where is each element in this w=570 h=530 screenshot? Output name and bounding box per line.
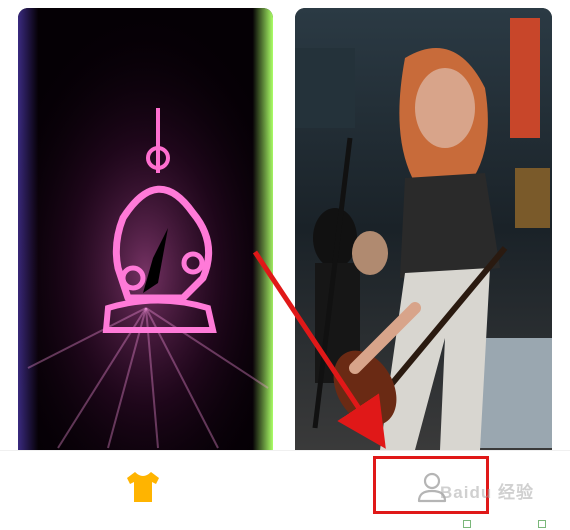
strip-square xyxy=(538,520,546,528)
watermark-text: Baidu 经验 xyxy=(440,483,534,502)
wallpaper-card-guitarist[interactable] xyxy=(295,8,552,450)
strip-square xyxy=(463,520,471,528)
wallpaper-card-neon[interactable] xyxy=(18,8,273,450)
bottom-strip xyxy=(0,519,570,529)
tab-outfit[interactable] xyxy=(95,451,191,523)
wallpaper-grid xyxy=(0,0,570,450)
guitarist-image xyxy=(295,8,552,450)
neon-figure-image xyxy=(18,8,273,450)
tshirt-icon xyxy=(127,472,159,502)
